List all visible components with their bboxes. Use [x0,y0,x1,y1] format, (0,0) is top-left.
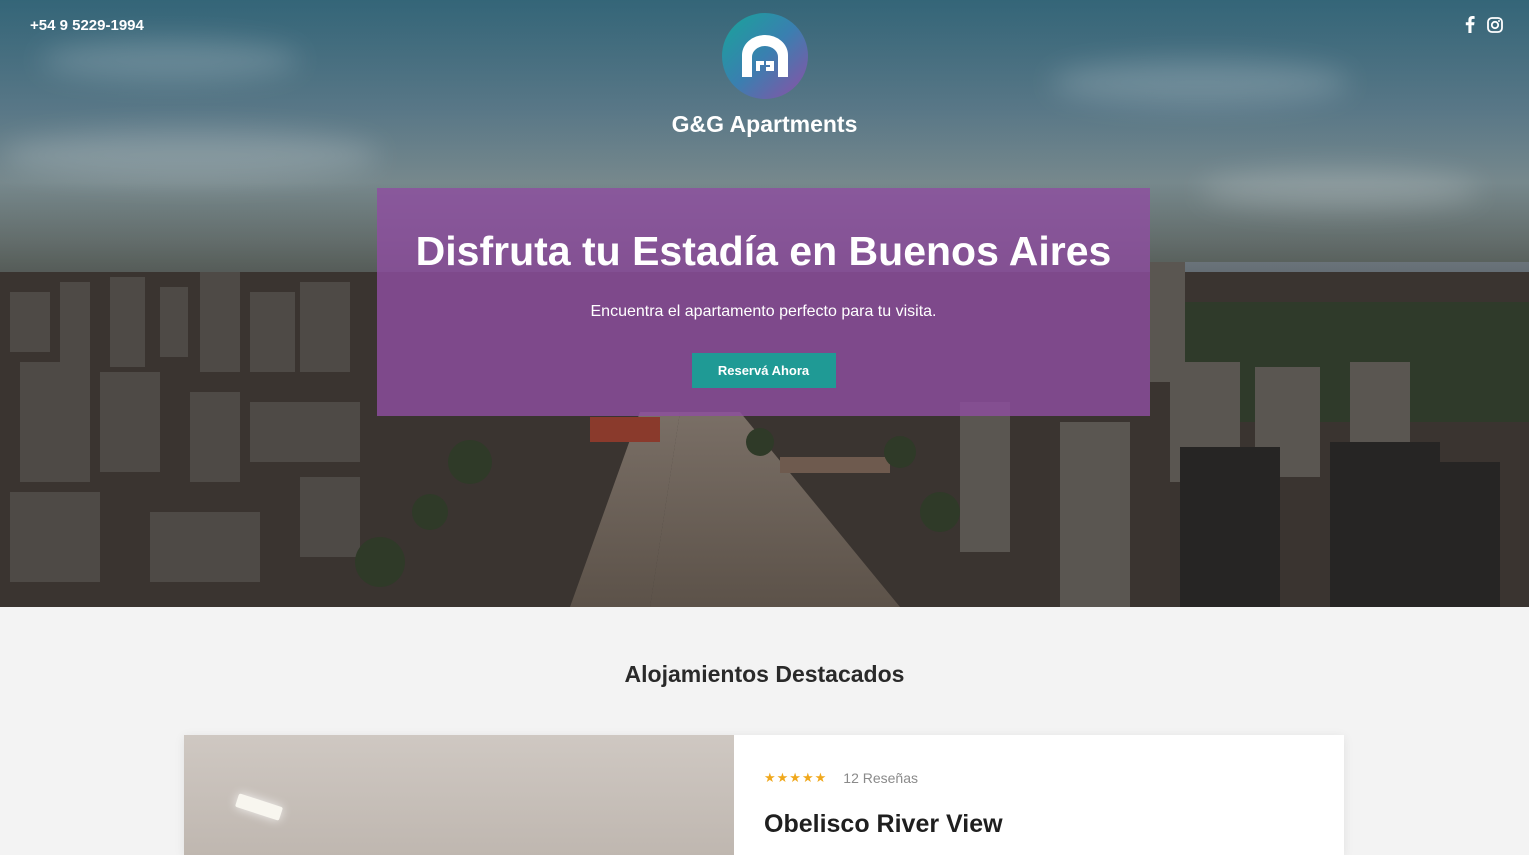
property-card-body: ★★★★★ 12 Reseñas Obelisco River View [734,735,1344,855]
hero-subtitle: Encuentra el apartamento perfecto para t… [590,303,937,320]
hero-overlay-box: Disfruta tu Estadía en Buenos Aires Encu… [377,188,1150,416]
property-card[interactable]: ★★★★★ 12 Reseñas Obelisco River View [184,735,1344,855]
brand-header: G&G Apartments [0,13,1529,138]
ceiling-light [234,793,284,821]
cloud [1200,170,1480,210]
section-title: Alojamientos Destacados [624,661,905,687]
review-count[interactable]: 12 Reseñas [843,770,918,786]
property-image[interactable] [184,735,734,855]
hero-title: Disfruta tu Estadía en Buenos Aires [415,228,1112,274]
brand-name[interactable]: G&G Apartments [672,111,858,138]
rating-row: ★★★★★ 12 Reseñas [764,770,1314,786]
gg-logo-icon[interactable] [721,13,808,99]
book-now-button[interactable]: Reservá Ahora [691,353,836,388]
star-rating-icon: ★★★★★ [764,770,828,785]
hero-section: +54 9 5229-1994 G&G Apartments Disfruta [0,0,1529,607]
property-title[interactable]: Obelisco River View [764,810,1314,839]
